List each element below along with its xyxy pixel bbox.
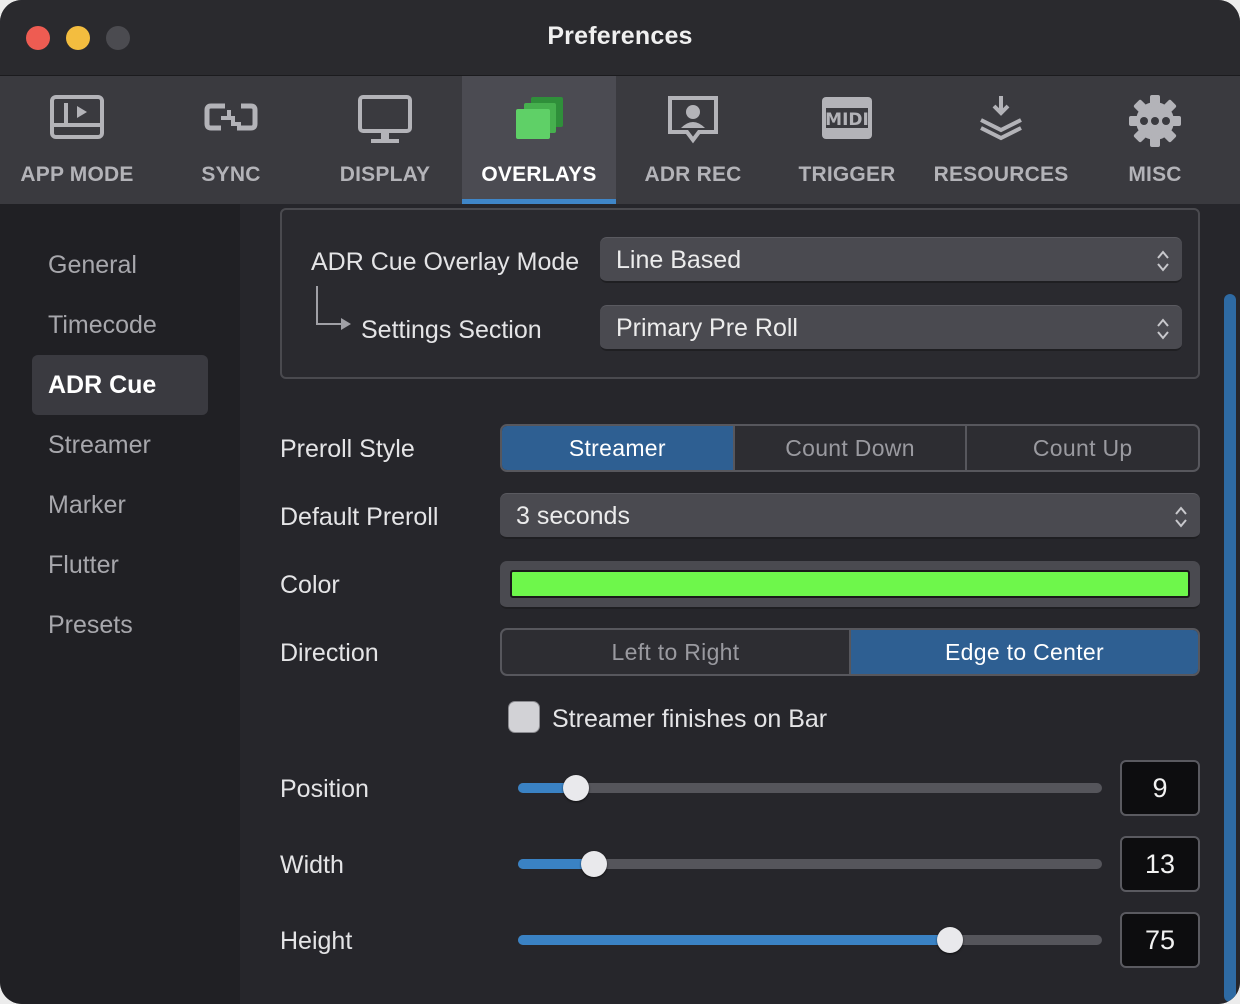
adr-rec-icon: [668, 96, 718, 144]
sidebar-item-adr-cue[interactable]: ADR Cue: [32, 355, 208, 415]
finish-on-bar-label: Streamer finishes on Bar: [552, 705, 828, 733]
height-value-field[interactable]: 75: [1120, 912, 1200, 968]
branch-arrow-icon: [316, 286, 351, 330]
window-title: Preferences: [547, 22, 693, 50]
chevron-updown-icon: [1175, 506, 1187, 528]
preferences-toolbar: APP MODE SYNC DISPLAY OVERLAYS ADR REC M…: [0, 76, 1240, 204]
tab-app-mode[interactable]: APP MODE: [0, 76, 154, 204]
vertical-scrollbar[interactable]: [1224, 294, 1236, 1002]
tab-label: TRIGGER: [798, 163, 896, 186]
slider-knob[interactable]: [937, 927, 964, 953]
slider-knob[interactable]: [563, 775, 590, 801]
tab-label: RESOURCES: [933, 163, 1069, 186]
default-preroll-label: Default Preroll: [280, 503, 439, 531]
sidebar-item-presets[interactable]: Presets: [32, 595, 208, 655]
tab-sync[interactable]: SYNC: [154, 76, 308, 204]
tab-trigger[interactable]: MIDI TRIGGER: [770, 76, 924, 204]
color-well[interactable]: [500, 561, 1200, 609]
tab-overlays[interactable]: OVERLAYS: [462, 76, 616, 204]
default-preroll-popup[interactable]: 3 seconds: [500, 493, 1200, 539]
position-value-field[interactable]: 9: [1120, 760, 1200, 816]
tab-label: OVERLAYS: [481, 163, 597, 186]
width-label: Width: [280, 851, 344, 879]
gear-icon: [1129, 95, 1181, 147]
height-slider[interactable]: [518, 927, 1102, 953]
width-slider[interactable]: [518, 851, 1102, 877]
overlay-mode-value: Line Based: [616, 246, 742, 274]
app-mode-icon: [50, 95, 104, 139]
segment-count-down[interactable]: Count Down: [735, 426, 968, 470]
sidebar-item-marker[interactable]: Marker: [32, 475, 208, 535]
overlay-mode-group: ADR Cue Overlay Mode Line Based Settings…: [280, 208, 1200, 379]
settings-section-popup[interactable]: Primary Pre Roll: [600, 305, 1182, 351]
settings-section-label: Settings Section: [361, 316, 542, 344]
default-preroll-value: 3 seconds: [516, 502, 630, 530]
overlay-mode-popup[interactable]: Line Based: [600, 237, 1182, 283]
segment-left-to-right[interactable]: Left to Right: [502, 630, 851, 674]
sidebar-item-timecode[interactable]: Timecode: [32, 295, 208, 355]
tab-adr-rec[interactable]: ADR REC: [616, 76, 770, 204]
svg-text:MIDI: MIDI: [825, 110, 869, 130]
sync-icon: [204, 103, 258, 131]
direction-segmented: Left to Right Edge to Center: [500, 628, 1200, 676]
chevron-updown-icon: [1157, 250, 1169, 272]
resources-icon: [980, 96, 1022, 141]
tab-label: SYNC: [201, 163, 261, 186]
tab-label: MISC: [1128, 163, 1182, 186]
chevron-updown-icon: [1157, 318, 1169, 340]
sidebar-item-general[interactable]: General: [32, 235, 208, 295]
segment-count-up[interactable]: Count Up: [967, 426, 1198, 470]
title-bar: Preferences: [0, 0, 1240, 76]
position-label: Position: [280, 775, 369, 803]
settings-content: ADR Cue Overlay Mode Line Based Settings…: [240, 204, 1240, 1004]
segment-edge-to-center[interactable]: Edge to Center: [851, 630, 1198, 674]
width-value-field[interactable]: 13: [1120, 836, 1200, 892]
tab-label: DISPLAY: [339, 163, 431, 186]
preroll-style-segmented: Streamer Count Down Count Up: [500, 424, 1200, 472]
sidebar-item-flutter[interactable]: Flutter: [32, 535, 208, 595]
tab-label: ADR REC: [644, 163, 742, 186]
color-swatch: [510, 570, 1190, 598]
color-label: Color: [280, 571, 340, 599]
overlay-mode-label: ADR Cue Overlay Mode: [311, 248, 580, 276]
segment-streamer[interactable]: Streamer: [502, 426, 735, 470]
height-label: Height: [280, 927, 353, 955]
tab-misc[interactable]: MISC: [1078, 76, 1232, 204]
slider-knob[interactable]: [580, 851, 607, 877]
position-slider[interactable]: [518, 775, 1102, 801]
preroll-style-label: Preroll Style: [280, 435, 415, 463]
tab-label: APP MODE: [20, 163, 134, 186]
slider-fill: [518, 935, 951, 945]
sidebar: General Timecode ADR Cue Streamer Marker…: [0, 204, 240, 1004]
direction-label: Direction: [280, 639, 379, 667]
tab-display[interactable]: DISPLAY: [308, 76, 462, 204]
preferences-window: Preferences APP MODE SYNC DISPLAY OVERLA…: [0, 0, 1240, 1004]
settings-section-value: Primary Pre Roll: [616, 314, 798, 342]
finish-on-bar-checkbox[interactable]: [508, 701, 540, 733]
midi-icon: MIDI: [822, 97, 872, 139]
overlays-icon: [516, 97, 563, 139]
sidebar-item-streamer[interactable]: Streamer: [32, 415, 208, 475]
display-icon: [358, 95, 412, 143]
tab-resources[interactable]: RESOURCES: [924, 76, 1078, 204]
